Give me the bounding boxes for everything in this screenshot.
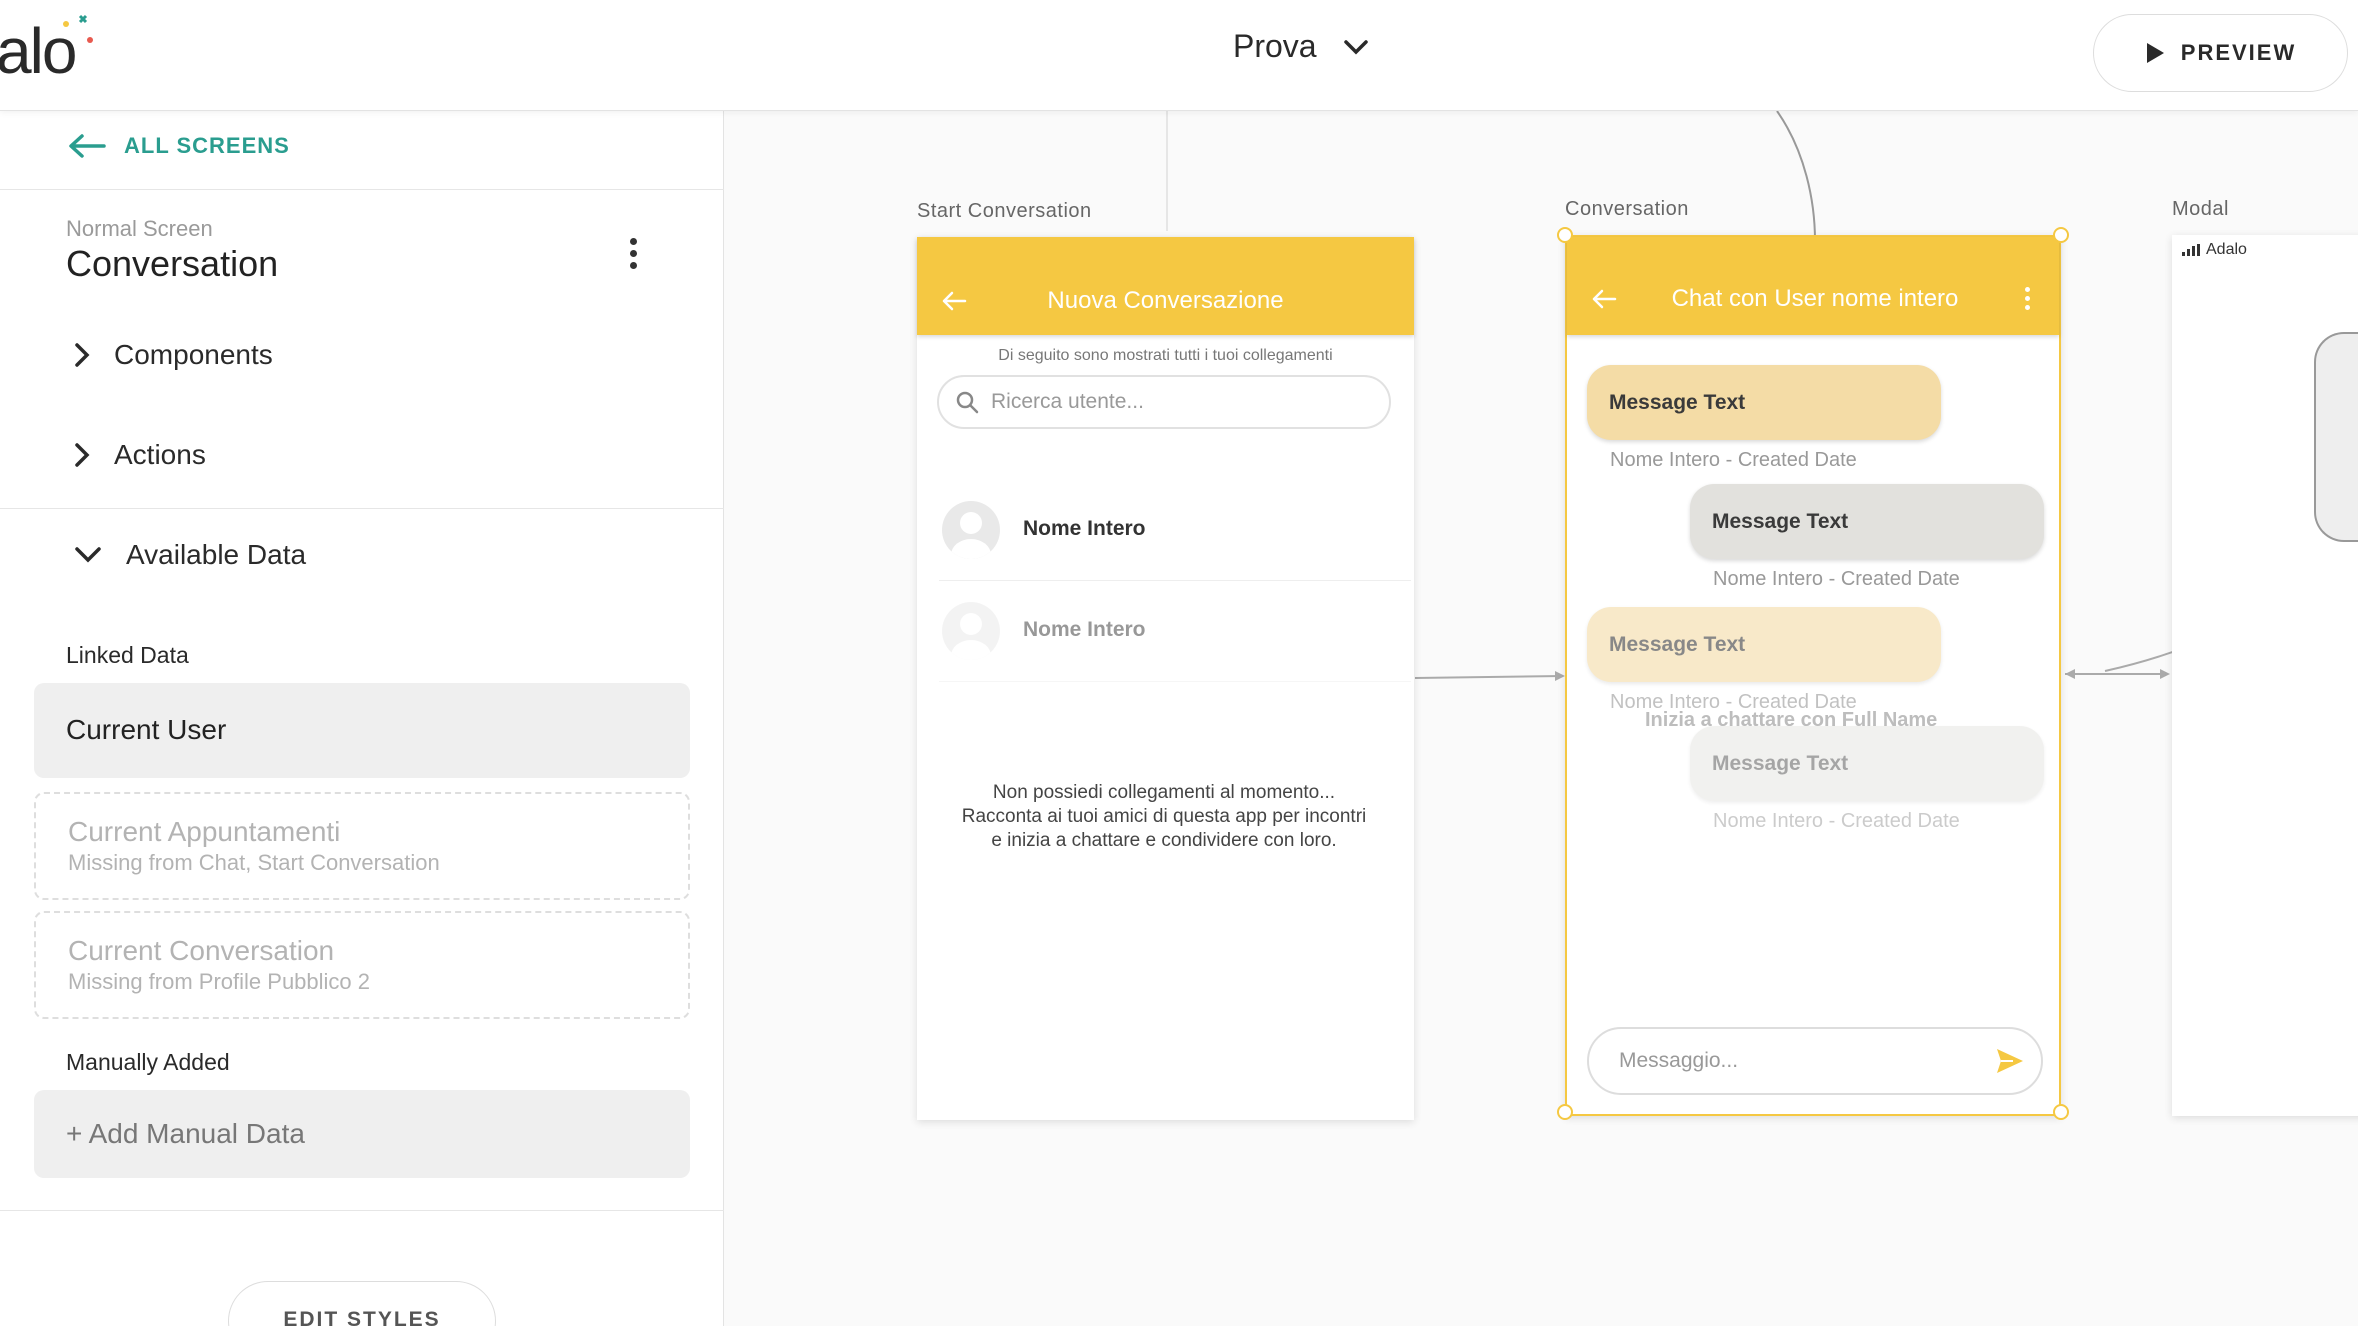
linked-data-item-missing[interactable]: Current Conversation Missing from Profil… [34,911,690,1019]
screen-label-start-conversation: Start Conversation [917,200,1092,222]
search-placeholder: Ricerca utente... [991,390,1144,413]
status-carrier: Adalo [2206,241,2247,258]
user-name: Nome Intero [1023,618,1146,641]
linked-data-item[interactable]: Current User [34,683,690,778]
more-vertical-icon[interactable] [2025,287,2030,310]
divider [0,508,724,509]
chevron-right-icon [75,443,90,467]
signal-icon [2182,244,2200,256]
user-list-item[interactable]: Nome Intero [939,582,1411,682]
message-placeholder: Messaggio... [1619,1049,1739,1072]
actions-section[interactable]: Actions [74,439,206,471]
project-name: Prova [1233,28,1317,64]
all-screens-link[interactable]: ALL SCREENS [68,133,290,159]
screen-kind: Normal Screen [66,216,213,241]
resize-handle[interactable] [2053,227,2069,243]
user-avatar-icon [942,501,1000,559]
components-label: Components [114,339,273,370]
app-root: alo Prova PREVIEW ALL SCREENS Normal Scr… [0,0,2358,1326]
resize-handle[interactable] [1557,1104,1573,1120]
send-icon[interactable] [1995,1047,2025,1075]
screen-modal[interactable]: Adalo [2172,235,2358,1116]
user-name: Nome Intero [1023,517,1146,540]
modal-card[interactable] [2314,332,2358,542]
linked-data-heading: Linked Data [66,642,189,668]
message-bubble-theirs[interactable]: Message Text [1690,726,2044,801]
message-meta: Nome Intero - Created Date [1713,810,1960,832]
linked-data-subtitle: Missing from Chat, Start Conversation [68,850,440,875]
edit-styles-button[interactable]: EDIT STYLES [228,1281,496,1326]
add-manual-data-button[interactable]: + Add Manual Data [34,1090,690,1178]
actions-label: Actions [114,439,206,470]
left-sidebar: ALL SCREENS Normal Screen Conversation C… [0,111,724,1326]
search-user-input[interactable]: Ricerca utente... [937,375,1391,429]
more-vertical-icon[interactable] [618,229,648,277]
divider [0,1210,724,1211]
screen-name: Conversation [66,243,279,284]
project-selector[interactable]: Prova [1233,28,1369,65]
screen-label-conversation: Conversation [1565,198,1689,220]
empty-state-message: Non possiedi collegamenti al momento... … [961,782,1367,851]
logo-sparkle-icon [63,14,93,43]
connections-subtitle: Di seguito sono mostrati tutti i tuoi co… [998,347,1333,364]
linked-data-subtitle: Missing from Profile Pubblico 2 [68,969,371,994]
chevron-right-icon [75,343,90,367]
arrow-left-icon [69,134,106,158]
available-data-section[interactable]: Available Data [74,539,306,571]
user-list-item[interactable]: Nome Intero [939,481,1411,581]
linked-data-title: Current Appuntamenti [68,816,341,847]
preview-button[interactable]: PREVIEW [2093,14,2348,92]
manually-added-heading: Manually Added [66,1049,230,1075]
all-screens-label: ALL SCREENS [124,133,290,158]
user-avatar-icon [942,602,1000,660]
linked-data-title: Current User [66,714,227,745]
available-data-label: Available Data [126,539,307,570]
message-meta: Nome Intero - Created Date [1610,449,1857,471]
resize-handle[interactable] [2053,1104,2069,1120]
add-manual-data-label: + Add Manual Data [66,1118,305,1149]
builder-canvas[interactable]: Start Conversation Nuova Conversazione D… [725,111,2358,1326]
app-bar: Chat con User nome intero [1567,237,2059,335]
top-bar: alo Prova PREVIEW [0,0,2358,111]
status-bar: Adalo [2182,241,2247,259]
resize-handle[interactable] [1557,227,1573,243]
components-section[interactable]: Components [74,339,273,371]
message-meta: Nome Intero - Created Date [1713,568,1960,590]
chevron-down-icon [75,547,101,563]
message-bubble-theirs[interactable]: Message Text [1690,484,2044,559]
chevron-down-icon [1343,39,1368,54]
preview-label: PREVIEW [2180,40,2297,65]
message-input[interactable]: Messaggio... [1587,1027,2043,1095]
screen-conversation[interactable]: Chat con User nome intero Message Text N… [1557,227,2069,1120]
message-bubble-mine[interactable]: Message Text [1587,365,1941,440]
app-bar: Nuova Conversazione [917,237,1414,335]
linked-data-item-missing[interactable]: Current Appuntamenti Missing from Chat, … [34,792,690,900]
screen-label-modal: Modal [2172,198,2229,220]
message-bubble-mine[interactable]: Message Text [1587,607,1941,682]
screen-start-conversation[interactable]: Nuova Conversazione Di seguito sono most… [917,237,1414,1120]
divider [0,189,724,190]
app-bar-title: Chat con User nome intero [1671,285,1959,312]
linked-data-title: Current Conversation [68,935,335,966]
play-icon [2146,43,2164,63]
search-icon [956,391,979,414]
app-bar-title: Nuova Conversazione [1047,287,1284,314]
